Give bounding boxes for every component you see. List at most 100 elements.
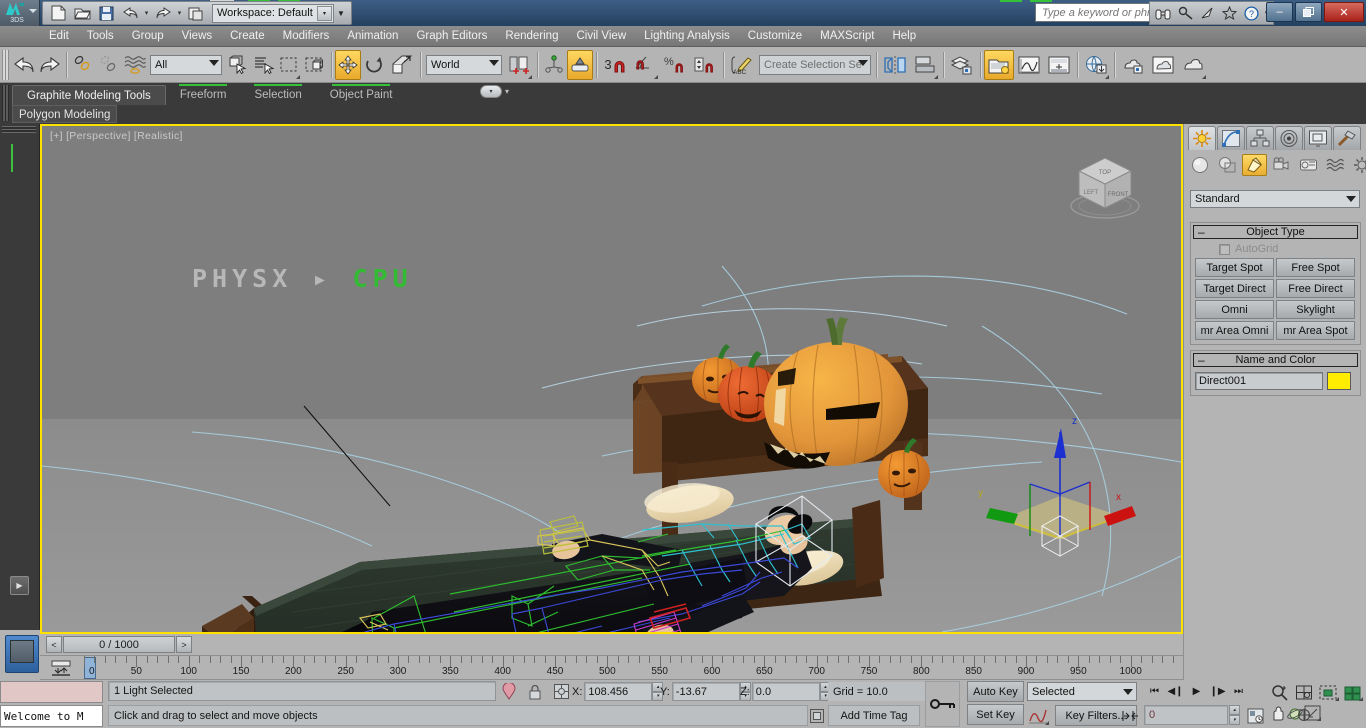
qat-customize-chevron-down-icon[interactable]: ▼ — [334, 3, 348, 23]
select-by-name-button[interactable] — [250, 50, 276, 80]
select-and-scale-button[interactable] — [387, 50, 417, 80]
zoom-all-button[interactable] — [1292, 682, 1316, 702]
redo-button[interactable] — [37, 50, 63, 80]
light-type-button-target-direct[interactable]: Target Direct — [1195, 279, 1274, 298]
snap-count-button[interactable]: 3 — [600, 50, 630, 80]
object-type-rollout-header[interactable]: – Object Type — [1193, 225, 1358, 239]
menu-item-civil-view[interactable]: Civil View — [567, 26, 635, 47]
chevron-down-icon[interactable] — [1123, 689, 1133, 695]
close-button[interactable]: ✕ — [1324, 2, 1364, 22]
redo-history-chevron-down-icon[interactable]: ▾ — [175, 3, 184, 23]
project-folder-icon[interactable] — [184, 3, 208, 23]
maxscript-mini-listener-output[interactable] — [0, 681, 103, 703]
use-pivot-point-center-button[interactable] — [504, 50, 534, 80]
zoom-button[interactable] — [1268, 682, 1292, 702]
open-mini-curve-editor-button[interactable] — [48, 658, 74, 678]
ribbon-grip[interactable] — [2, 85, 9, 121]
x-coordinate-box[interactable]: X: 108.456 ▴ ▾ — [572, 682, 666, 701]
name-and-color-rollout-header[interactable]: – Name and Color — [1193, 353, 1358, 367]
undo-icon[interactable] — [118, 3, 142, 23]
ribbon-panel-polygon-modeling[interactable]: Polygon Modeling — [12, 105, 118, 123]
light-type-dropdown[interactable]: Standard — [1190, 190, 1360, 208]
toolbar-grip[interactable] — [2, 49, 9, 80]
mirror-button[interactable] — [880, 50, 910, 80]
favorites-star-icon[interactable] — [1218, 3, 1240, 23]
autogrid-checkbox[interactable] — [1219, 243, 1230, 255]
bind-to-space-warp-button[interactable] — [122, 50, 148, 80]
key-search-icon[interactable] — [1174, 3, 1196, 23]
select-and-link-button[interactable] — [70, 50, 96, 80]
zoom-extents-button[interactable] — [1316, 682, 1340, 702]
menu-item-maxscript[interactable]: MAXScript — [811, 26, 883, 47]
geometry-category[interactable] — [1188, 154, 1213, 176]
undo-history-chevron-down-icon[interactable]: ▾ — [142, 3, 151, 23]
render-setup-button[interactable] — [1081, 50, 1111, 80]
ribbon-options-dropdown[interactable]: ▾ ▾ — [480, 85, 509, 98]
current-frame-readout[interactable]: 0 / 1000 — [63, 636, 175, 653]
left-strip-grip[interactable] — [2, 126, 36, 133]
flyout-corner-icon[interactable] — [934, 74, 938, 79]
rectangular-selection-region-button[interactable] — [276, 50, 302, 80]
view-cube[interactable]: TOP LEFT FRONT — [1057, 148, 1153, 228]
zoom-extents-all-button[interactable] — [1340, 682, 1364, 702]
pan-view-button[interactable] — [1268, 705, 1286, 722]
menu-item-customize[interactable]: Customize — [739, 26, 811, 47]
window-crossing-toggle-button[interactable] — [302, 50, 328, 80]
chevron-down-icon[interactable] — [489, 59, 499, 66]
perspective-viewport[interactable]: z x y [+] [Perspective] [Realistic] PHYS… — [40, 124, 1183, 634]
flyout-corner-icon[interactable] — [1335, 697, 1339, 701]
shapes-category[interactable] — [1215, 154, 1240, 176]
rollout-collapse-icon[interactable]: – — [1198, 354, 1205, 367]
go-to-frame-icon[interactable] — [1120, 706, 1142, 725]
menu-item-group[interactable]: Group — [123, 26, 173, 47]
space-warps-category[interactable] — [1323, 154, 1348, 176]
satellite-icon[interactable] — [1196, 3, 1218, 23]
chevron-down-icon[interactable] — [858, 59, 868, 66]
go-to-start-button[interactable]: ⏮ — [1144, 682, 1165, 701]
create-tab[interactable] — [1188, 126, 1216, 150]
open-file-icon[interactable] — [70, 3, 94, 23]
z-coordinate-value[interactable]: 0.0 — [751, 682, 820, 701]
frame-spinner[interactable]: ▴ ▾ — [1229, 705, 1240, 725]
binoculars-icon[interactable] — [1152, 3, 1174, 23]
spinner-snap-toggle-button[interactable] — [690, 50, 720, 80]
selection-lock-toggle-icon[interactable] — [524, 682, 546, 701]
track-bar[interactable]: 50 100 150 200 250 300 350 400 450 500 550 600 650 70… — [40, 656, 1183, 680]
select-and-manipulate-button[interactable] — [541, 50, 567, 80]
ribbon-mode-pill-icon[interactable]: ▾ — [480, 85, 502, 98]
motion-tab[interactable] — [1275, 126, 1303, 150]
add-time-tag-button[interactable]: Add Time Tag — [828, 705, 920, 726]
curve-editor-button[interactable] — [1014, 50, 1044, 80]
key-mode-dropdown[interactable]: Selected — [1027, 682, 1137, 701]
ribbon-tab-selection[interactable]: Selection — [240, 84, 315, 105]
flyout-corner-icon[interactable] — [1202, 74, 1206, 79]
align-button[interactable] — [910, 50, 940, 80]
menu-item-edit[interactable]: Edit — [40, 26, 78, 47]
reference-coordinate-system-dropdown[interactable]: World — [426, 54, 502, 75]
angle-snap-toggle-button[interactable] — [630, 50, 660, 80]
object-name-input[interactable]: Direct001 — [1195, 372, 1323, 390]
menu-item-views[interactable]: Views — [173, 26, 221, 47]
menu-item-lighting-analysis[interactable]: Lighting Analysis — [635, 26, 739, 47]
light-type-button-omni[interactable]: Omni — [1195, 300, 1274, 319]
flyout-corner-icon[interactable] — [1359, 697, 1363, 701]
flyout-corner-icon[interactable] — [296, 74, 300, 79]
selection-filter-dropdown[interactable]: All — [150, 54, 222, 75]
helpers-category[interactable] — [1296, 154, 1321, 176]
redo-icon[interactable] — [151, 3, 175, 23]
light-type-button-free-direct[interactable]: Free Direct — [1276, 279, 1355, 298]
render-production-button[interactable] — [1178, 50, 1208, 80]
autogrid-row[interactable]: AutoGrid — [1191, 241, 1360, 257]
current-frame-input[interactable]: 0 — [1144, 705, 1228, 725]
layer-manager-button[interactable] — [947, 50, 977, 80]
absolute-relative-mode-icon[interactable] — [498, 682, 520, 701]
viewport-canvas[interactable]: z x y [+] [Perspective] [Realistic] PHYS… — [42, 126, 1181, 632]
menu-item-create[interactable]: Create — [221, 26, 274, 47]
go-to-end-button[interactable]: ⏭ — [1228, 682, 1249, 701]
render-in-window-button[interactable] — [1118, 50, 1148, 80]
workspace-selector[interactable]: Workspace: Default ▾ — [212, 3, 334, 23]
systems-category[interactable] — [1350, 154, 1366, 176]
select-and-rotate-button[interactable] — [361, 50, 387, 80]
percent-snap-toggle-button[interactable]: % — [660, 50, 690, 80]
rollout-collapse-icon[interactable]: – — [1198, 226, 1205, 239]
